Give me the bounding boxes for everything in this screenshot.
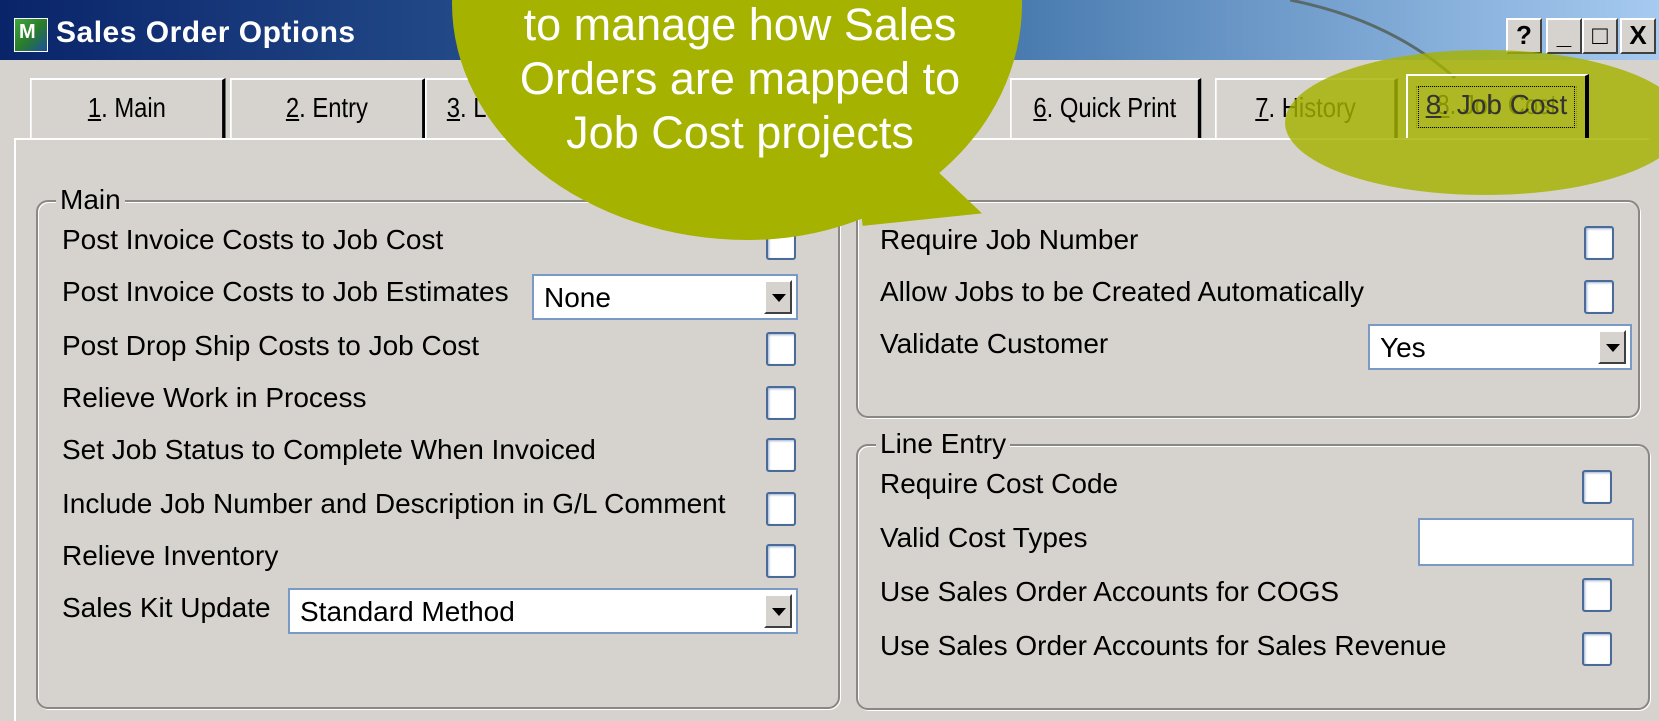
relieve-inventory-checkbox[interactable]	[766, 544, 796, 578]
set-job-status-label: Set Job Status to Complete When Invoiced	[62, 434, 596, 465]
use-so-accounts-revenue-checkbox[interactable]	[1582, 632, 1612, 666]
callout-text: to manage how Sales Orders are mapped to…	[470, 0, 1010, 160]
relieve-wip-checkbox[interactable]	[766, 386, 796, 420]
use-so-accounts-revenue-label: Use Sales Order Accounts for Sales Reven…	[880, 630, 1447, 661]
close-button[interactable]: X	[1620, 18, 1656, 54]
main-group-title: Main	[56, 184, 125, 216]
require-job-number-checkbox[interactable]	[1584, 226, 1614, 260]
tab-quick-print-accel: 6	[1033, 92, 1047, 123]
tab-main-label: . Main	[101, 92, 166, 123]
sales-order-options-window: M Sales Order Options ? _ □ X 1. Main 2.…	[0, 0, 1659, 721]
include-job-number-label: Include Job Number and Description in G/…	[62, 488, 726, 519]
allow-jobs-auto-checkbox[interactable]	[1584, 280, 1614, 314]
line-entry-group: Line Entry Require Cost Code Valid Cost …	[856, 428, 1650, 710]
relieve-wip-label: Relieve Work in Process	[62, 382, 367, 413]
chevron-down-icon[interactable]	[764, 594, 792, 628]
post-invoice-estimates-label: Post Invoice Costs to Job Estimates	[62, 276, 509, 307]
window-title: Sales Order Options	[56, 16, 356, 49]
tab-quick-print[interactable]: 6. Quick Print	[1010, 78, 1202, 140]
tab-entry-label: . Entry	[299, 92, 368, 123]
line-entry-group-title: Line Entry	[876, 428, 1011, 460]
post-drop-ship-label: Post Drop Ship Costs to Job Cost	[62, 330, 480, 361]
tab-entry[interactable]: 2. Entry	[230, 78, 426, 140]
require-cost-code-label: Require Cost Code	[880, 468, 1119, 499]
post-drop-ship-checkbox[interactable]	[766, 332, 796, 366]
tab-entry-accel: 2	[285, 92, 300, 123]
tab-main[interactable]: 1. Main	[30, 78, 226, 140]
minimize-button[interactable]: _	[1546, 18, 1582, 54]
callout-line-3: Job Cost projects	[566, 107, 914, 158]
validate-customer-label: Validate Customer	[880, 328, 1109, 359]
validate-customer-select[interactable]: Yes	[1368, 324, 1632, 370]
entry-group: Entry Require Job Number Allow Jobs to b…	[856, 184, 1640, 418]
allow-jobs-auto-label: Allow Jobs to be Created Automatically	[880, 276, 1365, 307]
tab-lines-accel: 3	[446, 92, 461, 123]
tab-history-accel: 7	[1255, 92, 1269, 123]
include-job-number-checkbox[interactable]	[766, 492, 796, 526]
main-group: Main Post Invoice Costs to Job Cost Post…	[36, 184, 840, 709]
post-invoice-estimates-value: None	[544, 282, 611, 313]
tab-quick-print-label: . Quick Print	[1046, 92, 1177, 123]
use-so-accounts-cogs-checkbox[interactable]	[1582, 578, 1612, 612]
sales-kit-update-label: Sales Kit Update	[62, 592, 271, 623]
sales-kit-update-value: Standard Method	[300, 596, 515, 627]
post-invoice-estimates-select[interactable]: None	[532, 274, 798, 320]
help-button[interactable]: ?	[1506, 18, 1542, 54]
relieve-inventory-label: Relieve Inventory	[62, 540, 279, 571]
valid-cost-types-input[interactable]	[1418, 518, 1634, 566]
set-job-status-checkbox[interactable]	[766, 438, 796, 472]
validate-customer-value: Yes	[1380, 332, 1426, 363]
require-job-number-label: Require Job Number	[880, 224, 1139, 255]
chevron-down-icon[interactable]	[764, 280, 792, 314]
valid-cost-types-label: Valid Cost Types	[880, 522, 1088, 553]
callout-line-1: to manage how Sales	[523, 0, 957, 50]
callout-line-2: Orders are mapped to	[519, 53, 961, 104]
app-icon: M	[14, 18, 48, 52]
maximize-button[interactable]: □	[1582, 18, 1618, 54]
tab-main-accel: 1	[87, 92, 102, 123]
post-invoice-costs-label: Post Invoice Costs to Job Cost	[62, 224, 444, 255]
require-cost-code-checkbox[interactable]	[1582, 470, 1612, 504]
sales-kit-update-select[interactable]: Standard Method	[288, 588, 798, 634]
chevron-down-icon[interactable]	[1598, 330, 1626, 364]
use-so-accounts-cogs-label: Use Sales Order Accounts for COGS	[880, 576, 1340, 607]
